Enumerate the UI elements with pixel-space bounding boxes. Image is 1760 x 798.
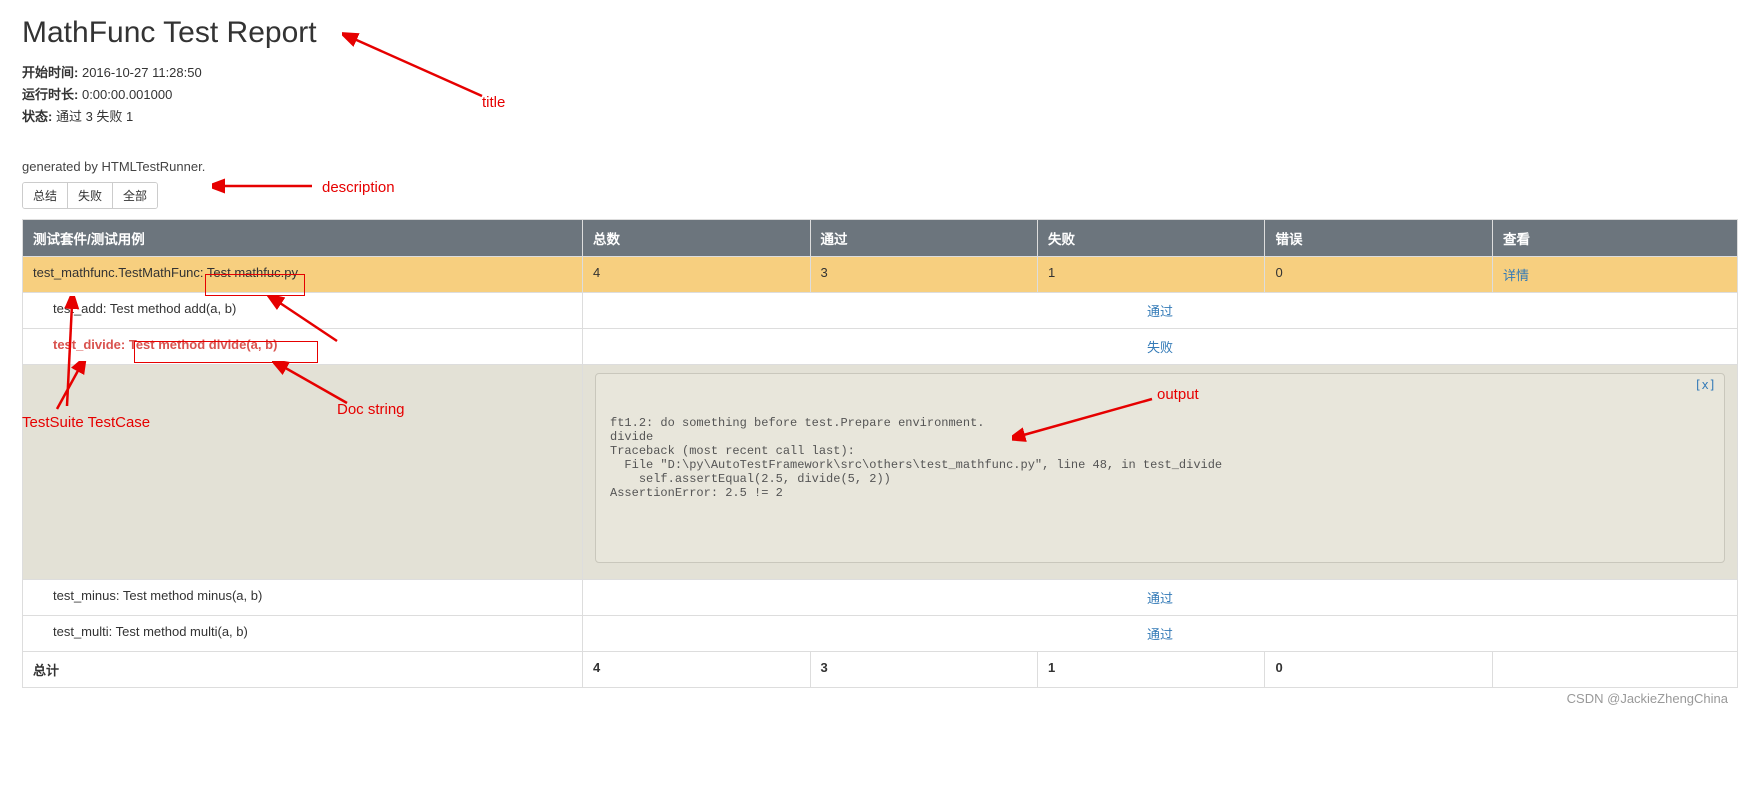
table-header-row: 测试套件/测试用例 总数 通过 失败 错误 查看: [23, 220, 1738, 257]
footer-error: 0: [1265, 652, 1492, 688]
case-row-add: test_add: Test method add(a, b) 通过: [23, 293, 1738, 329]
case-row-multi: test_multi: Test method multi(a, b) 通过: [23, 616, 1738, 652]
summary-button[interactable]: 总结: [23, 183, 68, 208]
suite-fail: 1: [1037, 257, 1264, 293]
case-divide-status[interactable]: 失败: [1147, 340, 1173, 355]
case-minus-status[interactable]: 通过: [1147, 591, 1173, 606]
all-button[interactable]: 全部: [113, 183, 157, 208]
duration-line: 运行时长: 0:00:00.001000: [22, 84, 1738, 103]
suite-detail-link[interactable]: 详情: [1503, 268, 1529, 283]
status-label: 状态:: [22, 109, 52, 124]
duration-label: 运行时长:: [22, 87, 78, 102]
filter-button-group: 总结 失败 全部: [22, 182, 158, 209]
footer-total: 4: [583, 652, 810, 688]
close-output-link[interactable]: [x]: [1694, 378, 1716, 392]
start-time-value: 2016-10-27 11:28:50: [82, 65, 202, 80]
arrow-icon: [212, 171, 332, 201]
output-box: [x] ft1.2: do something before test.Prep…: [595, 373, 1725, 563]
description-text: generated by HTMLTestRunner.: [22, 159, 1738, 174]
status-line: 状态: 通过 3 失败 1: [22, 106, 1738, 125]
case-row-minus: test_minus: Test method minus(a, b) 通过: [23, 580, 1738, 616]
watermark: CSDN @JackieZhengChina: [1567, 691, 1728, 706]
page-title: MathFunc Test Report: [22, 16, 1738, 50]
footer-pass: 3: [810, 652, 1037, 688]
start-time-label: 开始时间:: [22, 65, 78, 80]
footer-label: 总计: [23, 652, 583, 688]
header-fail: 失败: [1037, 220, 1264, 257]
suite-error: 0: [1265, 257, 1492, 293]
suite-name: test_mathfunc.TestMathFunc: Test mathfuc…: [23, 257, 583, 293]
case-add-name: test_add: Test method add(a, b): [23, 293, 583, 329]
case-row-divide: test_divide: Test method divide(a, b) 失败: [23, 329, 1738, 365]
output-text: ft1.2: do something before test.Prepare …: [610, 416, 1710, 500]
annotation-description: description: [322, 179, 395, 196]
case-multi-status[interactable]: 通过: [1147, 627, 1173, 642]
case-minus-name: test_minus: Test method minus(a, b): [23, 580, 583, 616]
header-pass: 通过: [810, 220, 1037, 257]
suite-pass: 3: [810, 257, 1037, 293]
header-view: 查看: [1492, 220, 1737, 257]
case-divide-name: test_divide: Test method divide(a, b): [23, 329, 583, 365]
output-row: [x] ft1.2: do something before test.Prep…: [23, 365, 1738, 580]
case-add-status[interactable]: 通过: [1147, 304, 1173, 319]
fail-button[interactable]: 失败: [68, 183, 113, 208]
footer-row: 总计 4 3 1 0: [23, 652, 1738, 688]
header-total: 总数: [583, 220, 810, 257]
suite-row: test_mathfunc.TestMathFunc: Test mathfuc…: [23, 257, 1738, 293]
duration-value: 0:00:00.001000: [82, 87, 172, 102]
header-suite: 测试套件/测试用例: [23, 220, 583, 257]
footer-fail: 1: [1037, 652, 1264, 688]
case-multi-name: test_multi: Test method multi(a, b): [23, 616, 583, 652]
results-table: 测试套件/测试用例 总数 通过 失败 错误 查看 test_mathfunc.T…: [22, 219, 1738, 688]
header-error: 错误: [1265, 220, 1492, 257]
suite-total: 4: [583, 257, 810, 293]
start-time-line: 开始时间: 2016-10-27 11:28:50: [22, 62, 1738, 81]
status-value: 通过 3 失败 1: [56, 109, 133, 124]
